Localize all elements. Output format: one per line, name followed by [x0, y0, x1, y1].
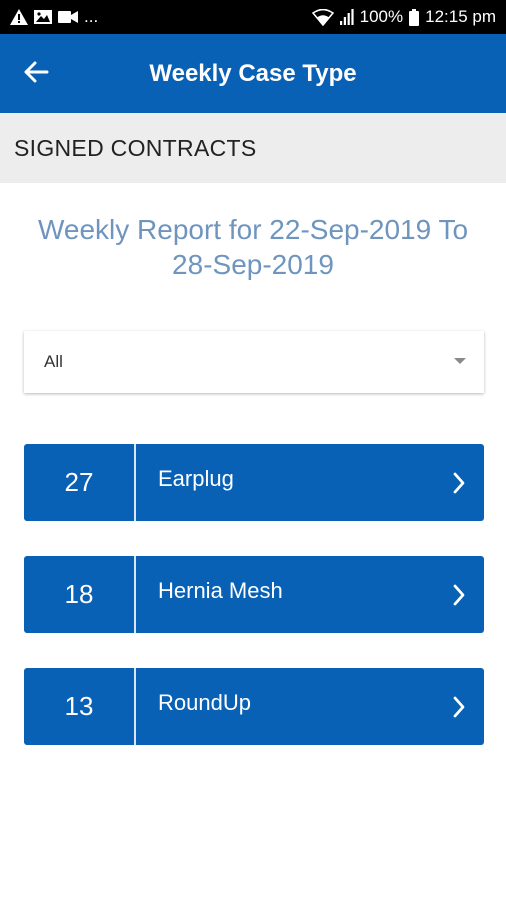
status-bar: ... 100% 12:15 pm: [0, 0, 506, 34]
report-title: Weekly Report for 22-Sep-2019 To 28-Sep-…: [20, 212, 486, 282]
case-name-box: RoundUp: [136, 668, 484, 745]
filter-dropdown[interactable]: All: [24, 331, 484, 393]
report-title-line1: Weekly Report for 22-Sep-2019 To: [37, 214, 469, 245]
image-icon: [34, 8, 52, 26]
case-row-earplug[interactable]: 27 Earplug: [24, 444, 484, 521]
battery-icon: [409, 8, 420, 26]
case-name: Hernia Mesh: [158, 578, 283, 603]
video-icon: [58, 8, 78, 26]
section-header: SIGNED CONTRACTS: [0, 113, 506, 183]
case-row-roundup[interactable]: 13 RoundUp: [24, 668, 484, 745]
app-bar: Weekly Case Type: [0, 34, 506, 113]
case-row-hernia-mesh[interactable]: 18 Hernia Mesh: [24, 556, 484, 633]
page-title: Weekly Case Type: [149, 59, 357, 87]
case-count: 18: [24, 556, 134, 633]
case-name-box: Hernia Mesh: [136, 556, 484, 633]
case-count: 13: [24, 668, 134, 745]
case-count: 27: [24, 444, 134, 521]
case-name: Earplug: [158, 466, 234, 491]
filter-selected-value: All: [44, 352, 63, 371]
wifi-icon: [311, 8, 334, 26]
back-button[interactable]: [18, 56, 54, 92]
case-name-box: Earplug: [136, 444, 484, 521]
status-right: 100% 12:15 pm: [311, 7, 496, 27]
case-type-list: 27 Earplug 18 Hernia Mesh 13 RoundUp: [24, 444, 484, 780]
chevron-right-icon: [448, 695, 470, 719]
status-more: ...: [84, 7, 99, 26]
signal-icon: [339, 8, 354, 26]
report-title-line2: 28-Sep-2019: [172, 249, 334, 280]
arrow-left-icon: [23, 61, 49, 88]
battery-percent: 100%: [359, 7, 404, 26]
status-left: ...: [10, 7, 98, 27]
chevron-right-icon: [448, 583, 470, 607]
caret-down-icon: [454, 358, 466, 364]
warning-icon: [10, 8, 28, 26]
status-time: 12:15 pm: [425, 7, 496, 26]
case-name: RoundUp: [158, 690, 251, 715]
chevron-right-icon: [448, 471, 470, 495]
